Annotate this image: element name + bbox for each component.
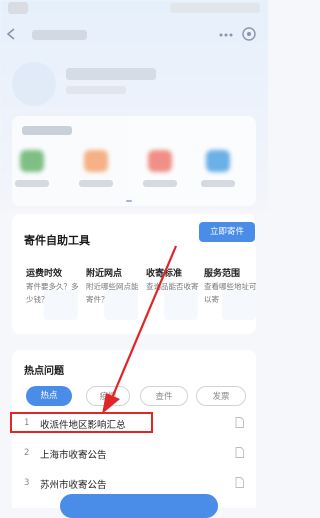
service-tools-title: 寄件自助工具 — [24, 234, 90, 247]
tab-invoice[interactable]: 发票 — [196, 386, 246, 406]
banner-subtext — [66, 86, 126, 94]
tool-desc: 寄件要多久？多少钱？ — [26, 282, 79, 304]
tool-shipping-cost[interactable]: 运费时效 寄件要多久？多少钱？ — [26, 266, 82, 326]
highlight-box — [10, 412, 153, 433]
quick-service-label — [15, 180, 49, 187]
tab-track[interactable]: 查件 — [140, 386, 188, 406]
hot-issues-title: 热点问题 — [24, 366, 64, 377]
quick-service-icon[interactable] — [148, 150, 172, 172]
tool-name: 附近网点 — [86, 269, 123, 279]
tab-epidemic[interactable]: 疫情 — [86, 386, 130, 406]
quick-services-title — [22, 126, 72, 135]
close-icon[interactable] — [242, 27, 256, 41]
tool-name: 运费时效 — [26, 269, 63, 279]
nav-bar — [0, 20, 268, 48]
status-time — [8, 2, 28, 14]
tool-name: 服务范围 — [204, 269, 241, 279]
quick-service-label — [201, 180, 235, 187]
bottom-action-button[interactable] — [60, 494, 218, 518]
question-number: 2 — [24, 448, 30, 458]
quick-service-label — [143, 180, 177, 187]
more-icon[interactable] — [218, 28, 234, 42]
question-row[interactable]: 2 上海市收寄公告 — [24, 446, 256, 462]
tool-acceptance-standard[interactable]: 收寄标准 查询品能否收寄 — [146, 266, 202, 326]
tool-nearby-outlets[interactable]: 附近网点 附近哪些网点能寄件？ — [86, 266, 142, 326]
question-text: 上海市收寄公告 — [40, 450, 107, 461]
banner — [0, 52, 268, 112]
tool-desc: 查询品能否收寄 — [146, 282, 199, 291]
quick-service-icon[interactable] — [84, 150, 108, 172]
tab-hot[interactable]: 热点 — [26, 386, 72, 406]
tool-service-area[interactable]: 服务范围 查看哪些地址可以寄 — [204, 266, 260, 326]
status-icons — [170, 3, 260, 13]
quick-service-label — [79, 180, 113, 187]
ship-now-button[interactable]: 立即寄件 — [199, 222, 255, 242]
status-bar — [0, 0, 268, 18]
banner-icon — [12, 62, 56, 106]
quick-service-icon[interactable] — [20, 150, 44, 172]
question-row[interactable]: 3 苏州市收寄公告 — [24, 476, 256, 492]
tool-name: 收寄标准 — [146, 269, 183, 279]
document-icon — [235, 477, 244, 488]
nav-title — [32, 30, 87, 40]
question-text: 苏州市收寄公告 — [40, 480, 107, 491]
document-icon — [235, 417, 244, 428]
tool-desc: 附近哪些网点能寄件？ — [86, 282, 139, 304]
tool-illustration — [164, 290, 198, 320]
back-icon[interactable] — [6, 28, 16, 40]
page-indicator — [126, 200, 132, 202]
quick-service-icon[interactable] — [206, 150, 230, 172]
banner-text — [66, 68, 156, 80]
question-number: 3 — [24, 478, 30, 488]
document-icon — [235, 447, 244, 458]
tool-desc: 查看哪些地址可以寄 — [204, 282, 257, 304]
